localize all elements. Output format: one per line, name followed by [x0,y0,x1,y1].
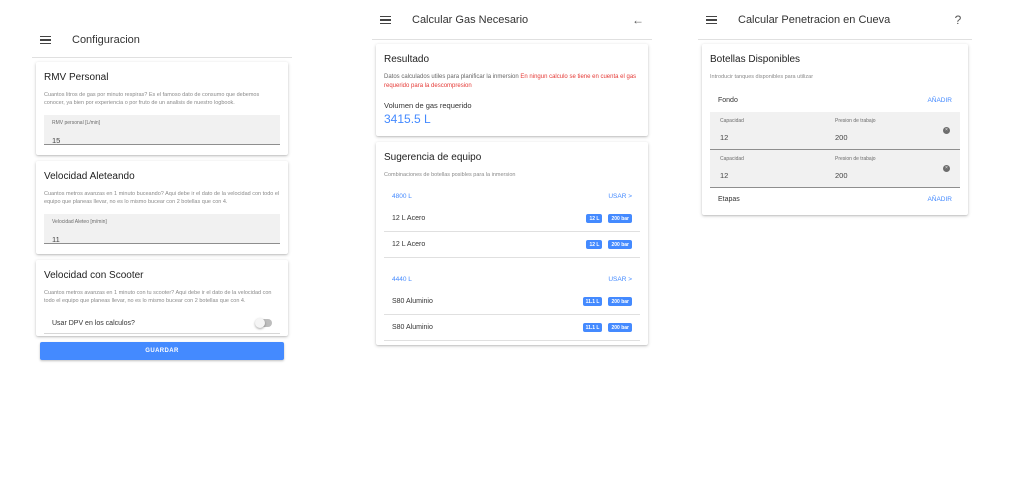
config-appbar: Configuracion [32,22,292,58]
tank-volume-badge: 12 L [586,214,603,223]
dpv-toggle[interactable] [255,317,272,328]
aleteo-title: Velocidad Aleteando [44,171,135,182]
tank-pressure-badge: 200 bar [608,240,632,249]
cave-appbar: Calcular Penetracion en Cueva ? [698,0,972,40]
rmv-description: Cuantos litros de gas por minuto respira… [44,92,260,106]
pressure-label: Presion de trabajo [835,156,876,162]
pressure-value[interactable]: 200 [835,133,848,142]
tank-pressure-badge: 200 bar [608,323,632,332]
rmv-card: RMV Personal Cuantos litros de gas por m… [36,62,288,155]
suggestion-description: Combinaciones de botellas posibles para … [384,172,516,178]
page-title: Configuracion [72,33,140,46]
capacity-value[interactable]: 12 [720,171,728,180]
aleteo-field-label: Velocidad Aleteo [m/min] [52,219,107,225]
gas-screen: Calcular Gas Necesario ← Resultado Datos… [372,0,652,351]
use-button[interactable]: USAR > [608,193,632,200]
tank-pressure-badge: 200 bar [608,214,632,223]
list-item: S80 Aluminio 11.1 L 200 bar [384,289,640,315]
dpv-toggle-row: Usar DPV en los calculos? [44,313,280,334]
save-button[interactable]: GUARDAR [40,342,284,360]
suggestion-card: Sugerencia de equipo Combinaciones de bo… [376,142,648,345]
tank-volume-badge: 11.1 L [582,323,603,332]
fondo-header: Fondo AÑADIR [710,89,960,112]
group-capacity: 4440 L [392,276,412,283]
tank-name: S80 Aluminio [392,298,433,305]
capacity-label: Capacidad [720,156,744,162]
arrow-back-icon[interactable]: ← [628,13,648,27]
volume-label: Volumen de gas requerido [384,101,472,110]
capacity-value[interactable]: 12 [720,133,728,142]
etapas-label: Etapas [718,196,740,203]
gas-appbar: Calcular Gas Necesario ← [372,0,652,40]
pressure-field[interactable]: Presion de trabajo 200 [835,156,950,183]
cave-screen: Calcular Penetracion en Cueva ? Botellas… [698,0,972,221]
bottles-title: Botellas Disponibles [710,54,801,65]
rmv-field-label: RMV personal [L/min] [52,120,101,126]
tank-volume-badge: 11.1 L [582,297,603,306]
page-title: Calcular Penetracion en Cueva [738,13,891,26]
remove-icon[interactable]: × [943,165,950,172]
menu-icon[interactable] [706,15,722,25]
result-title: Resultado [384,54,430,65]
dpv-toggle-label: Usar DPV en los calculos? [52,319,135,327]
scooter-card: Velocidad con Scooter Cuantos metros ava… [36,260,288,336]
bottle-entry: Capacidad 12 Presion de trabajo 200 × [710,150,960,188]
list-item: 12 L Acero 12 L 200 bar [384,206,640,232]
menu-icon[interactable] [380,15,396,25]
use-button[interactable]: USAR > [608,276,632,283]
pressure-field[interactable]: Presion de trabajo 200 [835,118,950,145]
result-description: Datos calculados utiles para planificar … [384,73,640,91]
bottles-card: Botellas Disponibles Introducir tanques … [702,44,968,215]
etapas-header: Etapas AÑADIR [710,188,960,211]
group-capacity: 4800 L [392,193,412,200]
page-title: Calcular Gas Necesario [412,13,529,26]
volume-value: 3415.5 L [384,112,431,126]
list-item: S80 Aluminio 11.1 L 200 bar [384,315,640,341]
aleteo-description: Cuantos metros avanzas en 1 minuto bucea… [44,191,280,205]
remove-icon[interactable]: × [943,127,950,134]
result-card: Resultado Datos calculados utiles para p… [376,44,648,136]
capacity-field[interactable]: Capacidad 12 [720,156,835,183]
tank-name: 12 L Acero [392,241,426,248]
rmv-field[interactable]: RMV personal [L/min] 15 [44,115,280,145]
bottle-entry: Capacidad 12 Presion de trabajo 200 × [710,112,960,150]
list-item: 12 L Acero 12 L 200 bar [384,232,640,258]
aleteo-field[interactable]: Velocidad Aleteo [m/min] 11 [44,214,280,244]
aleteo-card: Velocidad Aleteando Cuantos metros avanz… [36,161,288,254]
group-header: 4800 L USAR > [384,187,640,206]
aleteo-field-value[interactable]: 11 [52,235,60,244]
capacity-field[interactable]: Capacidad 12 [720,118,835,145]
capacity-label: Capacidad [720,118,744,124]
tank-pressure-badge: 200 bar [608,297,632,306]
config-screen: Configuracion RMV Personal Cuantos litro… [32,0,292,360]
rmv-field-value[interactable]: 15 [52,136,60,145]
suggestion-title: Sugerencia de equipo [384,152,482,163]
pressure-value[interactable]: 200 [835,171,848,180]
tank-name: S80 Aluminio [392,324,433,331]
group-header: 4440 L USAR > [384,270,640,289]
scooter-description: Cuantos metros avanzas en 1 minuto con t… [44,290,272,304]
bottles-description: Introducir tanques disponibles para util… [710,74,814,80]
scooter-title: Velocidad con Scooter [44,270,144,281]
result-text: Datos calculados utiles para planificar … [384,74,519,80]
pressure-label: Presion de trabajo [835,118,876,124]
fondo-label: Fondo [718,97,738,104]
help-icon[interactable]: ? [948,13,968,27]
add-fondo-button[interactable]: AÑADIR [927,97,952,104]
rmv-title: RMV Personal [44,72,109,83]
menu-icon[interactable] [40,35,56,45]
add-etapa-button[interactable]: AÑADIR [927,196,952,203]
tank-volume-badge: 12 L [586,240,603,249]
tank-name: 12 L Acero [392,215,426,222]
